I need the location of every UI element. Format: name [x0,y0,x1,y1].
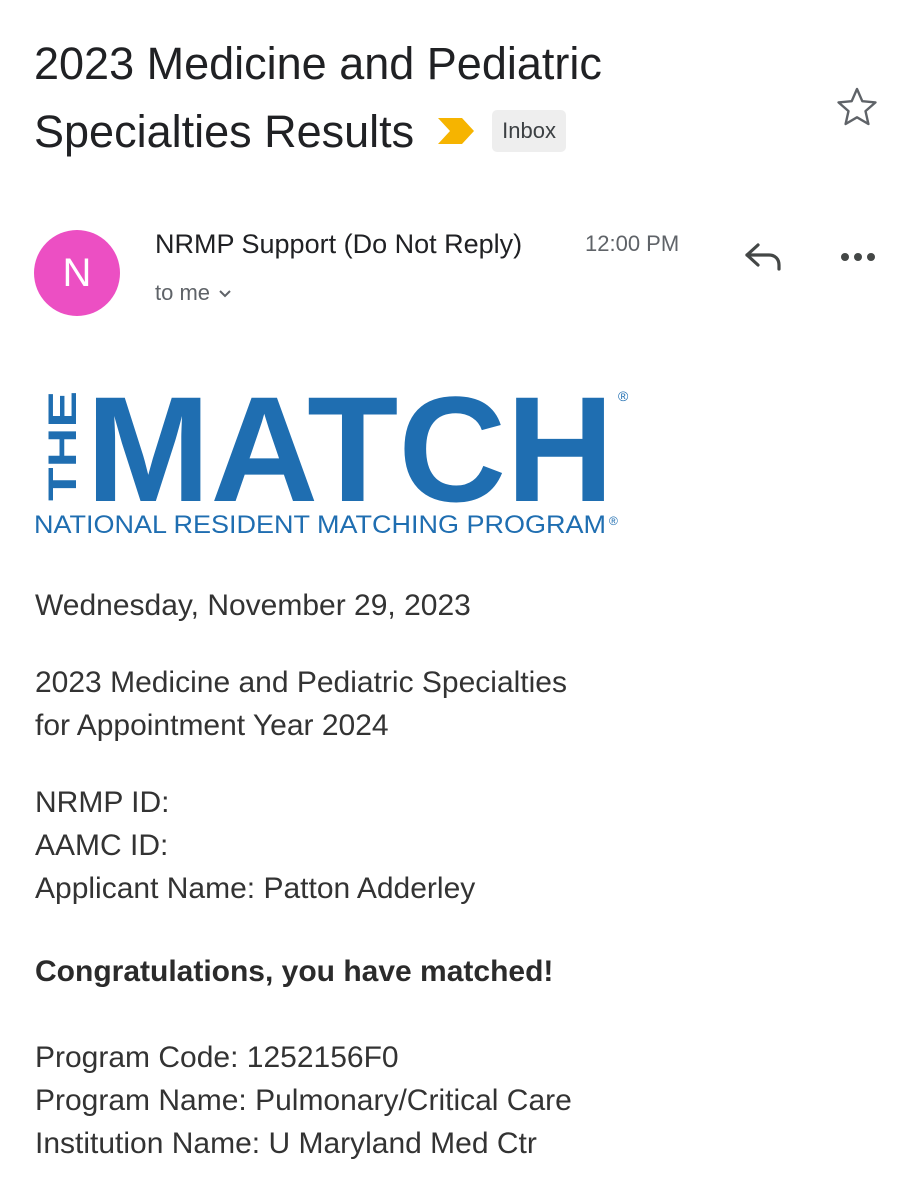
recipient-details-toggle[interactable]: to me [155,279,232,308]
match-title-line-2: for Appointment Year 2024 [35,709,389,742]
logo-tagline-mark: ® [609,514,618,528]
match-title-line-1: 2023 Medicine and Pediatric Specialties [35,666,567,699]
email-subject: 2023 Medicine and Pediatric Specialties … [34,30,814,169]
logo-tagline: NATIONAL RESIDENT MATCHING PROGRAM [34,511,606,539]
reply-icon[interactable] [742,238,786,276]
institution-name-value: U Maryland Med Ctr [268,1127,537,1160]
aamc-id-redacted [176,832,347,863]
chevron-down-icon [218,278,232,306]
aamc-id-label: AAMC ID: [35,829,169,862]
program-name-label: Program Name: [35,1084,247,1117]
program-info: Program Code: 1252156F0 Program Name: Pu… [35,1036,572,1165]
nrmp-id-label: NRMP ID: [35,786,170,819]
sender-avatar[interactable]: N [34,230,120,316]
program-name-row: Program Name: Pulmonary/Critical Care [35,1079,572,1122]
star-icon[interactable] [836,86,878,128]
inbox-label[interactable]: Inbox [492,110,566,153]
importance-marker-icon[interactable] [436,97,476,165]
applicant-name-row: Applicant Name: Patton Adderley [35,867,475,910]
applicant-info: NRMP ID: AAMC ID: Applicant Name: Patton… [35,781,475,910]
the-match-logo: THE MATCH ® NATIONAL RESIDENT MATCHING P… [34,365,634,545]
applicant-name-label: Applicant Name: [35,872,256,905]
logo-the: THE [41,391,85,501]
aamc-id-row: AAMC ID: [35,824,475,867]
program-code-row: Program Code: 1252156F0 [35,1036,572,1079]
program-name-value: Pulmonary/Critical Care [255,1084,572,1117]
letter-date: Wednesday, November 29, 2023 [35,589,471,622]
program-code-label: Program Code: [35,1041,239,1074]
recipient-text: to me [155,280,211,305]
congratulations-message: Congratulations, you have matched! [35,955,554,988]
nrmp-id-row: NRMP ID: [35,781,475,824]
more-options-icon[interactable] [836,238,880,276]
program-code-value: 1252156F0 [246,1041,399,1074]
match-title: 2023 Medicine and Pediatric Specialties … [35,661,567,747]
logo-match-mark: ® [618,388,629,404]
applicant-name-value: Patton Adderley [263,872,476,905]
institution-name-row: Institution Name: U Maryland Med Ctr [35,1122,572,1165]
institution-name-label: Institution Name: [35,1127,261,1160]
sender-name[interactable]: NRMP Support (Do Not Reply) [155,227,522,261]
nrmp-id-redacted [177,789,348,820]
email-time: 12:00 PM [585,231,680,256]
